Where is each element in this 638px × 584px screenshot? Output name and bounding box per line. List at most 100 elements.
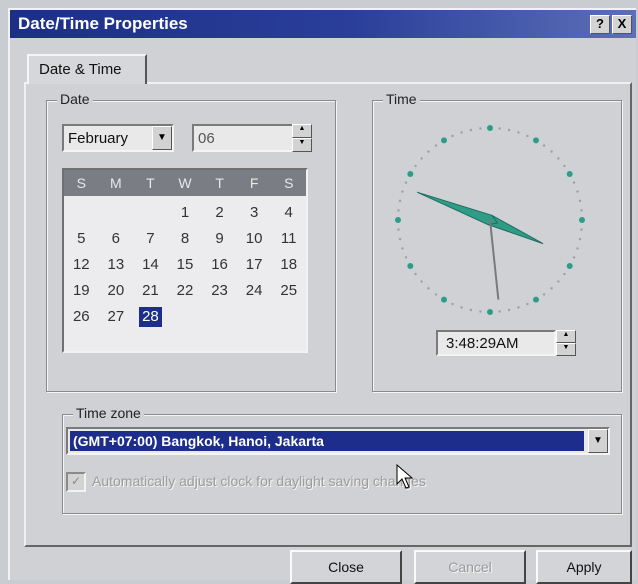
time-spinner[interactable]: ▲ ▼	[556, 330, 576, 356]
calendar-day[interactable]: 16	[202, 252, 237, 278]
spin-down-icon[interactable]: ▼	[292, 138, 312, 152]
calendar-day[interactable]: 13	[99, 252, 134, 278]
clock-minute-mark	[398, 237, 402, 241]
clock-minute-mark	[479, 127, 482, 130]
close-button[interactable]: Close	[290, 550, 402, 584]
help-button[interactable]: ?	[590, 15, 610, 34]
clock-minute-mark	[397, 209, 400, 212]
title-bar[interactable]: Date/Time Properties ? X	[10, 10, 636, 38]
calendar-empty-cell	[237, 304, 272, 330]
calendar-day[interactable]: 7	[133, 226, 168, 252]
clock-minute-mark	[542, 144, 546, 147]
clock-minute-mark	[451, 134, 454, 138]
calendar-day[interactable]: 19	[64, 278, 99, 304]
cancel-button[interactable]: Cancel	[414, 550, 526, 584]
clock-minute-mark	[414, 164, 417, 168]
clock-minute-mark	[576, 190, 579, 193]
spin-up-icon[interactable]: ▲	[556, 330, 576, 343]
year-spinner[interactable]: ▲ ▼	[292, 124, 312, 152]
calendar-day[interactable]: 12	[64, 252, 99, 278]
timezone-value: (GMT+07:00) Bangkok, Hanoi, Jakarta	[70, 431, 584, 451]
close-window-button[interactable]: X	[612, 15, 632, 34]
dst-checkbox[interactable]: ✓	[66, 472, 86, 492]
clock-minute-mark	[563, 272, 566, 276]
calendar-day[interactable]: 24	[237, 278, 272, 304]
clock-minute-mark	[404, 181, 408, 184]
window-title: Date/Time Properties	[18, 14, 188, 33]
clock-hour-mark	[487, 125, 493, 131]
calendar-day[interactable]: 10	[237, 226, 272, 252]
month-dropdown-button[interactable]: ▼	[152, 126, 172, 150]
calendar[interactable]: SMTWTFS 1 2 3 4 5 6 7 8 9 10 11 12 13 14 15 16 17 18 19 20 2…	[62, 168, 308, 353]
time-group-label: Time	[383, 91, 420, 107]
calendar-day[interactable]: 18	[271, 252, 306, 278]
clock-hour-mark	[441, 296, 447, 303]
calendar-day[interactable]: 22	[168, 278, 203, 304]
weekday-label: S	[76, 175, 86, 191]
clock-minute-mark	[576, 247, 579, 250]
calendar-day[interactable]: 3	[237, 200, 272, 226]
calendar-days[interactable]: 1 2 3 4 5 6 7 8 9 10 11 12 13 14 15 16 17 18 19 20 21 22 23 24 2…	[64, 196, 306, 330]
clock-hour-mark	[407, 263, 414, 269]
calendar-empty-cell	[202, 304, 237, 330]
apply-button[interactable]: Apply	[536, 550, 632, 584]
clock-minute-mark	[580, 209, 583, 212]
spin-up-icon[interactable]: ▲	[292, 124, 312, 138]
timezone-dropdown-button[interactable]: ▼	[588, 429, 608, 453]
calendar-day[interactable]: 2	[202, 200, 237, 226]
clock-hour-mark	[566, 263, 573, 269]
clock-minute-mark	[517, 131, 520, 134]
analog-clock	[395, 125, 585, 315]
calendar-day[interactable]: 14	[133, 252, 168, 278]
clock-minute-mark	[517, 306, 520, 309]
calendar-day[interactable]: 6	[99, 226, 134, 252]
clock-minute-mark	[507, 128, 511, 132]
tab-date-time[interactable]: Date & Time	[27, 54, 147, 84]
calendar-day[interactable]: 28	[139, 307, 162, 327]
clock-minute-mark	[469, 308, 473, 312]
clock-minute-mark	[434, 144, 438, 147]
chevron-down-icon: ▼	[157, 132, 167, 143]
clock-minute-mark	[578, 199, 582, 203]
clock-minute-mark	[434, 293, 438, 296]
calendar-day[interactable]: 8	[168, 226, 203, 252]
clock-minute-mark	[542, 293, 546, 296]
year-value: 06	[198, 130, 215, 147]
clock-minute-mark	[451, 302, 454, 306]
calendar-day[interactable]: 23	[202, 278, 237, 304]
clock-minute-mark	[427, 287, 430, 290]
calendar-day[interactable]: 25	[271, 278, 306, 304]
calendar-day[interactable]: 27	[99, 304, 134, 330]
clock-minute-mark	[563, 164, 566, 168]
month-select[interactable]: February ▼	[62, 124, 174, 152]
calendar-day[interactable]: 20	[99, 278, 134, 304]
date-time-properties-dialog: Date/Time Properties ? X Date & Time Dat…	[8, 8, 636, 584]
spin-down-icon[interactable]: ▼	[556, 343, 576, 356]
time-field[interactable]: 3:48:29AM	[436, 330, 556, 356]
timezone-select[interactable]: (GMT+07:00) Bangkok, Hanoi, Jakarta ▼	[66, 427, 610, 455]
calendar-day[interactable]: 11	[271, 226, 306, 252]
calendar-day[interactable]: 1	[168, 200, 203, 226]
clock-minute-mark	[420, 280, 423, 283]
clock-minute-mark	[404, 256, 408, 259]
calendar-day[interactable]: 17	[237, 252, 272, 278]
clock-minute-mark	[572, 256, 576, 259]
clock-minute-mark	[557, 157, 560, 160]
clock-minute-mark	[479, 310, 482, 313]
weekday-label: T	[215, 175, 224, 191]
calendar-day[interactable]: 5	[64, 226, 99, 252]
clock-minute-mark	[401, 247, 404, 250]
clock-minute-mark	[469, 128, 473, 132]
calendar-day[interactable]: 21	[133, 278, 168, 304]
clock-hour-mark	[533, 296, 539, 303]
calendar-day[interactable]: 4	[271, 200, 306, 226]
calendar-day[interactable]: 15	[168, 252, 203, 278]
calendar-empty-cell	[99, 200, 134, 226]
clock-hour-mark	[579, 217, 585, 223]
calendar-day[interactable]: 9	[202, 226, 237, 252]
weekday-label: F	[249, 175, 259, 191]
clock-minute-mark	[427, 150, 430, 153]
clock-hour-mark	[566, 171, 573, 177]
calendar-day[interactable]: 26	[64, 304, 99, 330]
calendar-empty-cell	[133, 200, 168, 226]
